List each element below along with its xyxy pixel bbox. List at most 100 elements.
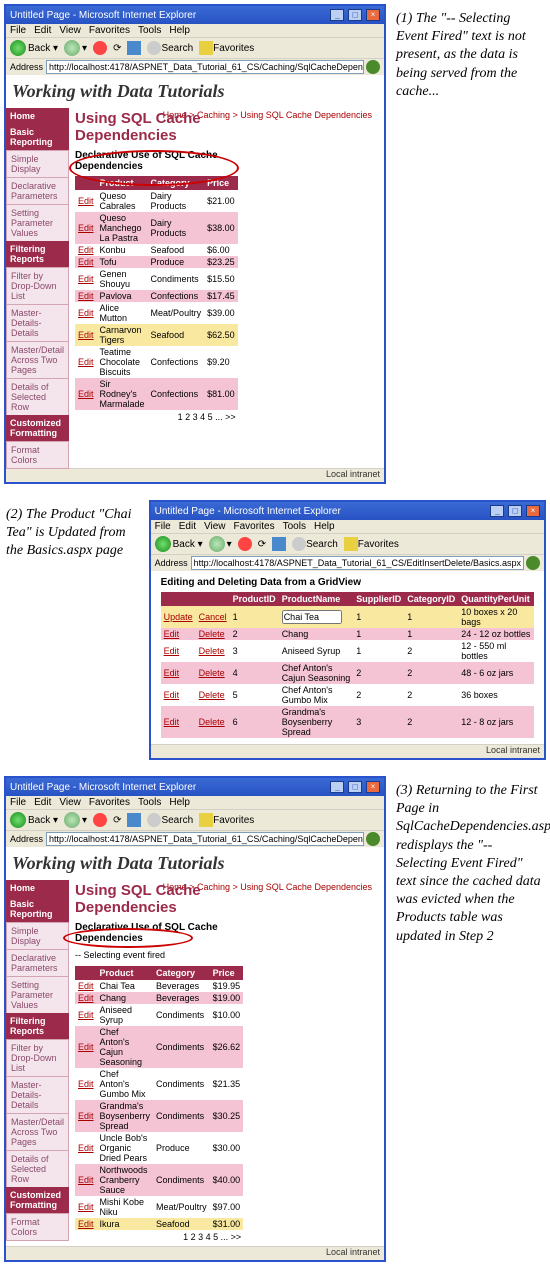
edit-link[interactable]: Edit [78, 1010, 94, 1020]
edit-link[interactable]: Edit [78, 981, 94, 991]
sidebar-item[interactable]: Setting Parameter Values [6, 204, 69, 242]
row-action[interactable]: Edit [164, 668, 180, 678]
sidebar-item[interactable]: Simple Display [6, 150, 69, 178]
col-header[interactable]: SupplierID [353, 592, 404, 606]
col-header[interactable] [161, 592, 196, 606]
minimize-icon[interactable]: _ [330, 9, 344, 21]
home-button[interactable] [127, 41, 141, 55]
menu-item[interactable]: File [155, 521, 171, 532]
sidebar-item[interactable]: Details of Selected Row [6, 378, 69, 416]
refresh-button[interactable]: ⟳ [113, 43, 121, 54]
edit-link[interactable]: Edit [78, 357, 94, 367]
sidebar-item[interactable]: Basic Reporting [6, 124, 69, 150]
edit-link[interactable]: Edit [78, 308, 94, 318]
col-header[interactable]: ProductName [279, 592, 354, 606]
menu-item[interactable]: Favorites [233, 521, 274, 532]
row-action[interactable]: Edit [164, 629, 180, 639]
sidebar-item[interactable]: Master/Detail Across Two Pages [6, 1113, 69, 1151]
go-icon[interactable] [366, 60, 380, 74]
sidebar-item[interactable]: Master-Details-Details [6, 1076, 69, 1114]
refresh-button[interactable]: ⟳ [258, 539, 266, 550]
row-action[interactable]: Delete [199, 629, 225, 639]
stop-button[interactable] [93, 813, 107, 827]
forward-button[interactable]: ▾ [64, 812, 87, 828]
edit-link[interactable]: Edit [78, 1219, 94, 1229]
url-field[interactable]: http://localhost:4178/ASPNET_Data_Tutori… [46, 832, 364, 846]
menu-item[interactable]: File [10, 25, 26, 36]
menu-item[interactable]: Help [169, 25, 190, 36]
edit-link[interactable]: Edit [78, 1202, 94, 1212]
maximize-icon[interactable]: ◻ [508, 505, 522, 517]
col-header[interactable]: Price [204, 176, 238, 190]
back-button[interactable]: Back ▾ [10, 812, 58, 828]
sidebar-item[interactable]: Home [6, 880, 69, 896]
row-action[interactable]: Edit [164, 690, 180, 700]
row-action[interactable]: Delete [199, 668, 225, 678]
sidebar-item[interactable]: Filter by Drop-Down List [6, 267, 69, 305]
pager[interactable]: 1 2 3 4 5 ... >> [75, 1230, 243, 1244]
sidebar-item[interactable]: Details of Selected Row [6, 1150, 69, 1188]
menu-item[interactable]: Edit [34, 797, 51, 808]
menu-item[interactable]: Tools [138, 25, 161, 36]
sidebar-item[interactable]: Customized Formatting [6, 1187, 69, 1213]
sidebar-item[interactable]: Customized Formatting [6, 415, 69, 441]
col-header[interactable]: Price [210, 966, 244, 980]
edit-input[interactable] [282, 610, 342, 624]
col-header[interactable]: Category [153, 966, 210, 980]
menu-item[interactable]: Help [314, 521, 335, 532]
col-header[interactable]: QuantityPerUnit [458, 592, 534, 606]
row-action[interactable]: Edit [164, 646, 180, 656]
edit-link[interactable]: Edit [78, 1111, 94, 1121]
pager[interactable]: 1 2 3 4 5 ... >> [75, 410, 238, 424]
menu-item[interactable]: Help [169, 797, 190, 808]
home-button[interactable] [127, 813, 141, 827]
row-action[interactable]: Delete [199, 646, 225, 656]
back-button[interactable]: Back ▾ [10, 40, 58, 56]
menu-item[interactable]: Edit [179, 521, 196, 532]
minimize-icon[interactable]: _ [330, 781, 344, 793]
maximize-icon[interactable]: ◻ [348, 9, 362, 21]
menu-item[interactable]: File [10, 797, 26, 808]
refresh-button[interactable]: ⟳ [113, 815, 121, 826]
menu-item[interactable]: Edit [34, 25, 51, 36]
sidebar-item[interactable]: Basic Reporting [6, 896, 69, 922]
edit-link[interactable]: Edit [78, 1143, 94, 1153]
stop-button[interactable] [93, 41, 107, 55]
menu-item[interactable]: View [204, 521, 226, 532]
edit-link[interactable]: Edit [78, 330, 94, 340]
sidebar-item[interactable]: Declarative Parameters [6, 177, 69, 205]
edit-link[interactable]: Edit [78, 274, 94, 284]
sidebar-item[interactable]: Filtering Reports [6, 241, 69, 267]
row-action[interactable]: Edit [164, 717, 180, 727]
edit-link[interactable]: Edit [78, 389, 94, 399]
row-action[interactable]: Cancel [199, 612, 227, 622]
sidebar-item[interactable]: Format Colors [6, 1213, 69, 1241]
row-action[interactable]: Delete [199, 717, 225, 727]
menu-item[interactable]: Favorites [89, 25, 130, 36]
col-header[interactable]: Product [97, 176, 148, 190]
forward-button[interactable]: ▾ [64, 40, 87, 56]
edit-link[interactable]: Edit [78, 245, 94, 255]
col-header[interactable]: Category [148, 176, 205, 190]
sidebar-item[interactable]: Home [6, 108, 69, 124]
col-header[interactable]: Product [97, 966, 154, 980]
sidebar-item[interactable]: Simple Display [6, 922, 69, 950]
sidebar-item[interactable]: Format Colors [6, 441, 69, 469]
search-button[interactable]: Search [147, 813, 193, 827]
home-button[interactable] [272, 537, 286, 551]
favorites-button[interactable]: Favorites [344, 537, 399, 551]
menu-item[interactable]: Favorites [89, 797, 130, 808]
menu-item[interactable]: View [59, 797, 81, 808]
edit-link[interactable]: Edit [78, 291, 94, 301]
edit-link[interactable]: Edit [78, 223, 94, 233]
search-button[interactable]: Search [147, 41, 193, 55]
forward-button[interactable]: ▾ [209, 536, 232, 552]
minimize-icon[interactable]: _ [490, 505, 504, 517]
row-action[interactable]: Update [164, 612, 193, 622]
search-button[interactable]: Search [292, 537, 338, 551]
edit-link[interactable]: Edit [78, 993, 94, 1003]
url-field[interactable]: http://localhost:4178/ASPNET_Data_Tutori… [46, 60, 364, 74]
sidebar-item[interactable]: Filter by Drop-Down List [6, 1039, 69, 1077]
sidebar-item[interactable]: Filtering Reports [6, 1013, 69, 1039]
edit-link[interactable]: Edit [78, 1042, 94, 1052]
